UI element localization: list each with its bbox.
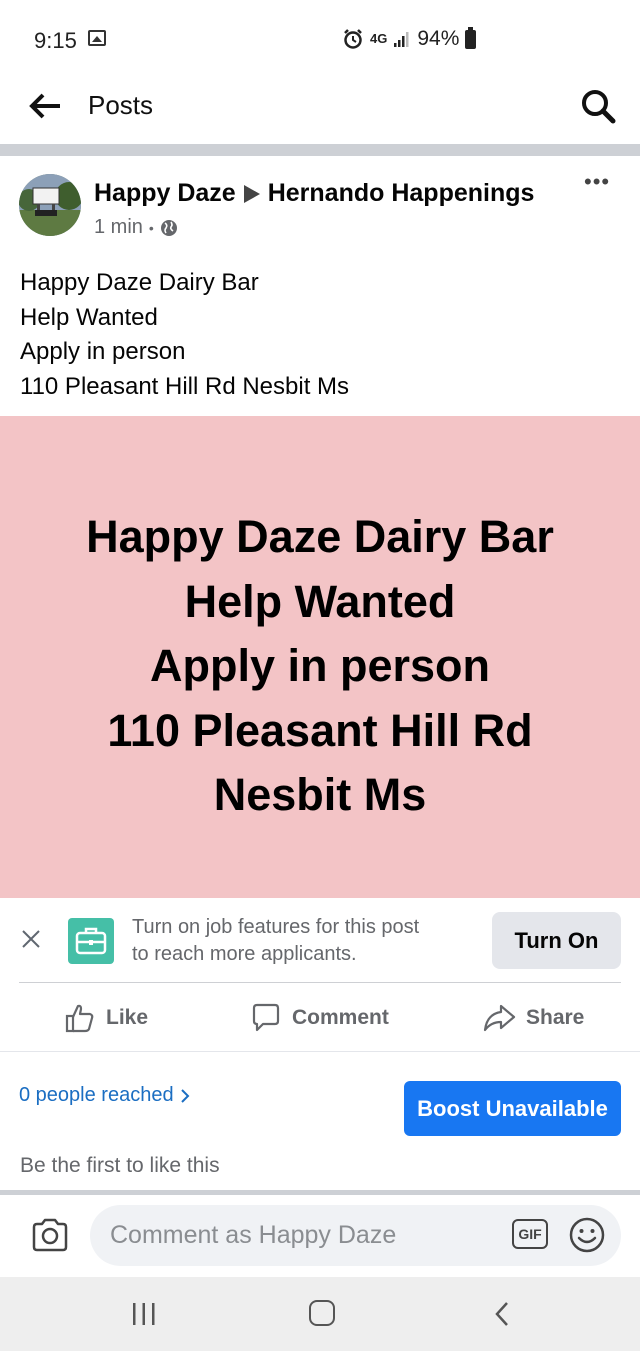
status-time: 9:15 bbox=[34, 28, 77, 53]
gif-button[interactable]: GIF bbox=[512, 1219, 548, 1249]
like-label: Like bbox=[106, 1006, 149, 1029]
author-name[interactable]: Happy Daze bbox=[94, 179, 236, 208]
divider bbox=[19, 982, 621, 983]
battery-icon bbox=[465, 26, 477, 49]
section-divider bbox=[0, 144, 640, 156]
people-reached-text: 0 people reached bbox=[19, 1084, 174, 1106]
people-reached-link[interactable]: 0 people reached bbox=[19, 1084, 190, 1107]
more-dots-icon[interactable]: ••• bbox=[584, 171, 610, 193]
page-title: Posts bbox=[88, 90, 154, 120]
home-icon[interactable] bbox=[309, 1300, 335, 1326]
thumbs-up-icon bbox=[65, 1004, 94, 1033]
group-name[interactable]: Hernando Happenings bbox=[268, 179, 535, 208]
section-divider bbox=[0, 1190, 640, 1195]
boost-button[interactable]: Boost Unavailable bbox=[404, 1081, 621, 1136]
chevron-right-icon bbox=[180, 1088, 189, 1103]
meta-separator: • bbox=[148, 219, 154, 236]
image-text-line: Apply in person bbox=[149, 640, 491, 691]
image-text-line: Happy Daze Dairy Bar bbox=[86, 511, 554, 562]
comment-placeholder: Comment as Happy Daze bbox=[110, 1221, 397, 1249]
comment-label: Comment bbox=[292, 1006, 389, 1029]
turn-on-button[interactable]: Turn On bbox=[492, 912, 621, 969]
share-button[interactable]: Share bbox=[482, 1000, 584, 1036]
battery-level: 94% bbox=[417, 27, 460, 50]
globe-icon bbox=[160, 219, 177, 236]
arrow-left-icon[interactable] bbox=[26, 90, 66, 122]
emoji-icon[interactable] bbox=[568, 1216, 606, 1254]
post-text-line: 110 Pleasant Hill Rd Nesbit Ms bbox=[20, 372, 350, 400]
share-label: Share bbox=[526, 1006, 585, 1029]
share-icon bbox=[483, 1004, 516, 1032]
close-icon[interactable] bbox=[20, 928, 42, 950]
back-icon[interactable] bbox=[492, 1300, 512, 1328]
post-text-line: Happy Daze Dairy Bar bbox=[20, 269, 259, 296]
post-body: Happy Daze Dairy Bar Help Wanted Apply i… bbox=[20, 266, 349, 404]
image-text-line: 110 Pleasant Hill Rd bbox=[107, 704, 533, 756]
job-features-line: to reach more applicants. bbox=[132, 943, 357, 965]
status-indicators: 4G 94% bbox=[342, 26, 477, 52]
post-meta: 1 min • bbox=[94, 216, 178, 239]
network-label: 4G bbox=[370, 31, 388, 46]
comment-icon bbox=[252, 1003, 280, 1032]
briefcase-icon bbox=[68, 918, 114, 964]
search-icon[interactable] bbox=[578, 86, 618, 126]
image-text-line: Help Wanted bbox=[184, 575, 456, 627]
image-text-line: Nesbit Ms bbox=[213, 769, 427, 820]
post-text-line: Help Wanted bbox=[20, 303, 158, 331]
camera-icon[interactable] bbox=[30, 1216, 70, 1254]
arrow-right-icon bbox=[243, 184, 260, 203]
job-features-text: Turn on job features for this post to re… bbox=[132, 914, 472, 968]
job-features-line: Turn on job features for this post bbox=[132, 916, 420, 938]
recents-icon[interactable] bbox=[130, 1302, 158, 1326]
image-icon bbox=[88, 30, 106, 46]
divider bbox=[0, 1051, 640, 1052]
comment-button[interactable]: Comment bbox=[250, 1000, 389, 1036]
likes-summary: Be the first to like this bbox=[20, 1154, 220, 1177]
post-time[interactable]: 1 min bbox=[94, 216, 143, 239]
like-button[interactable]: Like bbox=[64, 1000, 148, 1036]
post-text-line: Apply in person bbox=[20, 338, 186, 365]
alarm-icon bbox=[344, 29, 362, 49]
avatar[interactable] bbox=[19, 174, 81, 236]
post-image-text: Happy Daze Dairy Bar Help Wanted Apply i… bbox=[0, 505, 640, 828]
signal-icon bbox=[394, 32, 409, 47]
post-author-line: Happy Daze Hernando Happenings bbox=[94, 179, 534, 208]
